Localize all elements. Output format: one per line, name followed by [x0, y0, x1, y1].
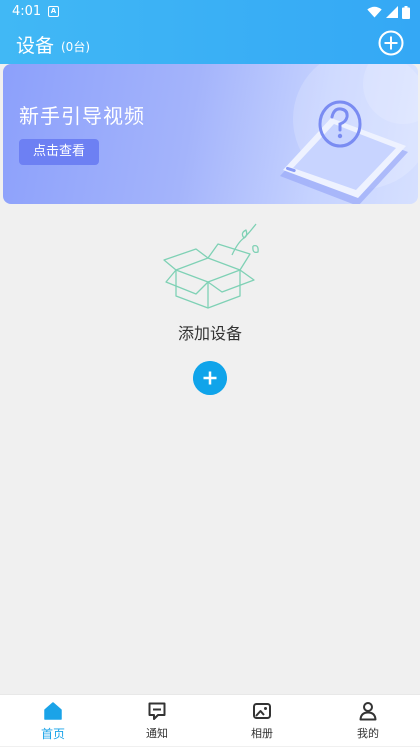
- banner-title: 新手引导视频: [19, 104, 145, 128]
- photo-icon: [253, 703, 271, 719]
- status-icons: [367, 5, 410, 19]
- empty-state-label: 添加设备: [177, 324, 242, 343]
- home-icon: [44, 702, 62, 720]
- page-title: 设备: [16, 35, 55, 57]
- tab-mine-label: 我的: [357, 727, 379, 740]
- view-guide-button[interactable]: 点击查看: [19, 139, 99, 165]
- status-time: 4:01: [12, 4, 42, 19]
- tab-notifications-label: 通知: [146, 727, 168, 740]
- message-icon: [148, 702, 166, 720]
- add-device-header-icon[interactable]: [378, 30, 404, 56]
- tab-mine[interactable]: 我的: [328, 695, 408, 747]
- empty-box-icon: [163, 223, 259, 309]
- phone-question-illustration: [280, 64, 418, 204]
- battery-icon: [402, 5, 410, 19]
- tab-album[interactable]: 相册: [222, 695, 302, 747]
- status-bar: 4:01 A: [0, 0, 420, 24]
- tab-album-label: 相册: [251, 727, 273, 740]
- guide-video-banner[interactable]: 新手引导视频 点击查看: [3, 64, 418, 204]
- tab-home-label: 首页: [40, 727, 65, 741]
- title-bar: 设备 (0台): [0, 24, 420, 64]
- user-icon: [359, 702, 377, 721]
- device-count: (0台): [61, 40, 90, 54]
- tab-notifications[interactable]: 通知: [117, 695, 197, 747]
- notification-app-icon: A: [48, 6, 59, 17]
- bottom-tab-bar: 首页 通知 相册 我的: [0, 694, 420, 746]
- tab-home[interactable]: 首页: [13, 695, 93, 747]
- add-device-button[interactable]: [193, 361, 227, 395]
- signal-icon: [386, 6, 398, 18]
- wifi-icon: [367, 6, 382, 18]
